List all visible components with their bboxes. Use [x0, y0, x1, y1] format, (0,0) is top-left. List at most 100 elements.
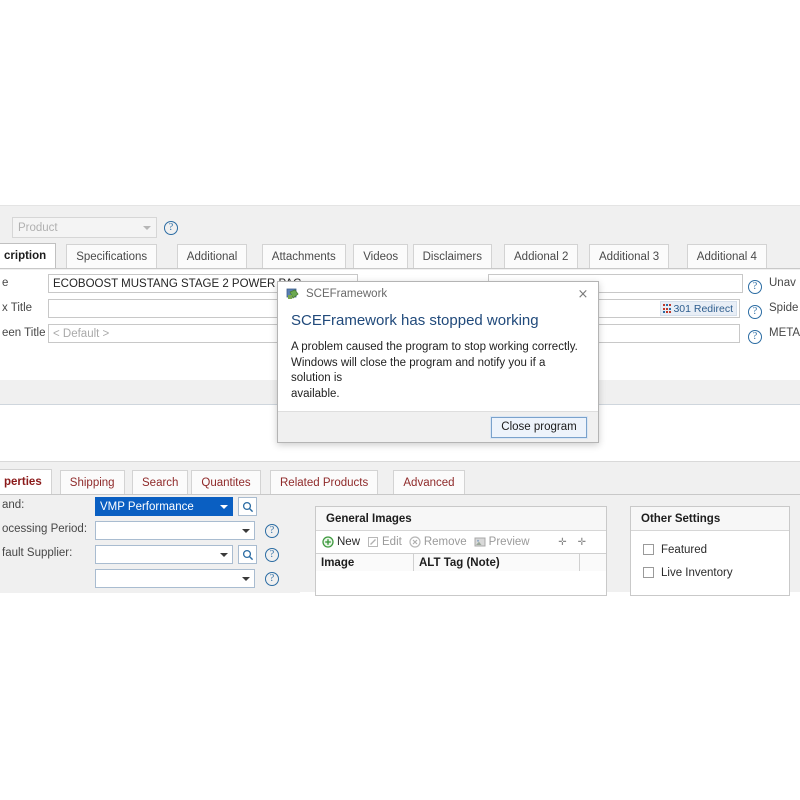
tab-label: Quantites — [201, 476, 251, 489]
help-icon[interactable]: ? — [164, 221, 178, 235]
featured-checkbox-row[interactable]: Featured — [631, 538, 789, 561]
edit-image-button[interactable]: Edit — [367, 536, 402, 548]
dialog-title: SCEFramework — [306, 288, 388, 300]
tab-specifications[interactable]: Specifications — [66, 244, 158, 268]
dialog-title-bar[interactable]: SCEFramework × — [278, 282, 598, 306]
properties-tabs: perties Shipping Search Quantites Related Pr… — [0, 469, 800, 495]
application-icon — [286, 287, 300, 301]
tab-label: Videos — [363, 250, 399, 263]
brand-search-button[interactable] — [238, 497, 257, 516]
tab-shipping[interactable]: Shipping — [59, 470, 125, 494]
tab-related-products[interactable]: Related Products — [270, 470, 379, 494]
help-icon[interactable]: ? — [265, 548, 279, 562]
dialog-body: SCEFramework has stopped working A probl… — [278, 306, 598, 413]
pencil-icon — [368, 537, 379, 547]
preview-image-button[interactable]: Preview — [474, 536, 530, 548]
help-icon[interactable]: ? — [748, 280, 762, 294]
tab-quantites[interactable]: Quantites — [191, 470, 261, 494]
help-icon[interactable]: ? — [748, 330, 762, 344]
column-header-image[interactable]: Image — [316, 554, 414, 571]
redirect-badge-label: 301 Redirect — [673, 302, 733, 315]
dialog-heading: SCEFramework has stopped working — [291, 312, 539, 329]
product-properties-bottom-panel: perties Shipping Search Quantites Related Pr… — [0, 461, 800, 596]
close-icon[interactable]: × — [574, 285, 592, 303]
tab-label: Disclaimers — [422, 250, 483, 263]
remove-image-button[interactable]: Remove — [409, 536, 467, 548]
tab-label: Specifications — [76, 250, 148, 263]
help-icon[interactable]: ? — [748, 305, 762, 319]
tab-label: cription — [4, 250, 47, 262]
tab-label: Additional — [186, 250, 238, 263]
tab-additional-4[interactable]: Additional 4 — [686, 244, 767, 268]
tab-advanced[interactable]: Advanced — [393, 470, 465, 494]
tab-additional-3[interactable]: Additional 3 — [589, 244, 670, 268]
general-images-grid-header: Image ALT Tag (Note) — [316, 553, 606, 571]
product-selector-row: Product ? — [0, 214, 800, 242]
search-icon — [242, 501, 253, 512]
tab-label: perties — [4, 476, 42, 488]
plus-circle-icon — [322, 536, 334, 548]
other-settings-title: Other Settings — [631, 507, 789, 531]
tab-additional[interactable]: Additional — [176, 244, 248, 268]
tab-attachments[interactable]: Attachments — [261, 244, 346, 268]
brand-combo-value: VMP Performance — [100, 500, 194, 513]
toolbar-label: Preview — [488, 536, 530, 548]
tab-perties[interactable]: perties — [0, 469, 52, 494]
column-header-alt-tag[interactable]: ALT Tag (Note) — [414, 554, 580, 571]
general-images-panel: General Images New Edit Remove Preview ✛… — [315, 506, 607, 596]
default-supplier-combo[interactable] — [95, 545, 233, 564]
live-inventory-checkbox[interactable] — [643, 567, 654, 578]
help-icon[interactable]: ? — [265, 572, 279, 586]
right-label: Unav — [769, 277, 796, 289]
toolbar-label: Edit — [382, 536, 402, 548]
live-inventory-label: Live Inventory — [661, 566, 733, 579]
brand-combo[interactable]: VMP Performance — [95, 497, 233, 516]
right-label: META — [769, 327, 800, 339]
processing-period-combo[interactable] — [95, 521, 255, 540]
featured-checkbox[interactable] — [643, 544, 654, 555]
new-image-button[interactable]: New — [322, 536, 360, 548]
chevron-down-icon — [220, 552, 228, 557]
featured-label: Featured — [661, 543, 708, 556]
tab-label: Advanced — [403, 476, 455, 489]
right-label: Spide — [769, 302, 799, 314]
other-settings-panel: Other Settings Featured Live Inventory — [630, 506, 790, 596]
dialog-message-line-3: available. — [291, 387, 340, 400]
field-row-processing-period: ocessing Period: ? — [0, 519, 300, 541]
column-header-extra[interactable] — [580, 554, 606, 571]
field-row-default-supplier: fault Supplier: ? — [0, 543, 300, 565]
product-type-combo[interactable]: Product — [12, 217, 157, 238]
image-icon — [474, 537, 486, 547]
redirect-status-badge[interactable]: 301 Redirect — [660, 301, 737, 316]
live-inventory-checkbox-row[interactable]: Live Inventory — [631, 561, 789, 584]
screen-title-input-value: < Default > — [53, 327, 110, 340]
tab-label: Addional 2 — [514, 250, 569, 263]
dot-grid-icon — [663, 304, 672, 313]
tab-videos[interactable]: Videos — [353, 244, 409, 268]
move-down-icon[interactable]: ✛ — [578, 537, 586, 548]
tab-search[interactable]: Search — [132, 470, 189, 494]
tab-label: Shipping — [69, 476, 115, 489]
general-images-title: General Images — [316, 507, 606, 531]
field-label: fault Supplier: — [2, 547, 73, 559]
toolbar-label: Remove — [423, 536, 467, 548]
chevron-down-icon — [242, 528, 250, 533]
application-window: Product ? cription Specifications Addition… — [0, 0, 800, 800]
remove-circle-icon — [409, 536, 421, 548]
error-dialog: SCEFramework × SCEFramework has stopped … — [277, 281, 599, 443]
field-label: x Title — [2, 302, 33, 314]
tab-label: Attachments — [271, 250, 336, 263]
dialog-message-line-1: A problem caused the program to stop wor… — [291, 341, 578, 353]
tab-cription[interactable]: cription — [0, 243, 57, 268]
dialog-message-line-2: Windows will close the program and notif… — [291, 356, 546, 385]
default-supplier-search-button[interactable] — [238, 545, 257, 564]
close-program-button[interactable]: Close program — [490, 415, 588, 439]
field-label: ocessing Period: — [2, 523, 88, 535]
move-up-icon[interactable]: ✛ — [558, 537, 566, 548]
extra-combo[interactable] — [95, 569, 255, 588]
field-label: een Title — [2, 327, 46, 339]
field-row-brand: and: VMP Performance — [0, 495, 300, 517]
help-icon[interactable]: ? — [265, 524, 279, 538]
tab-disclaimers[interactable]: Disclaimers — [412, 244, 493, 268]
tab-addional-2[interactable]: Addional 2 — [504, 244, 579, 268]
